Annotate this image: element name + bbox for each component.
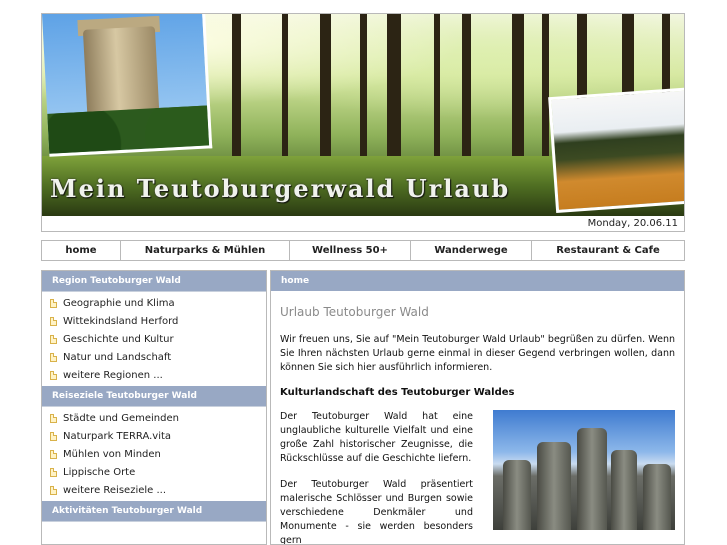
- document-icon: [50, 352, 57, 362]
- nav-naturparks[interactable]: Naturparks & Mühlen: [121, 241, 290, 260]
- rocks-photo: [493, 410, 675, 530]
- date-label: Monday, 20.06.11: [587, 218, 678, 229]
- tower-photo: [42, 14, 213, 157]
- sidebar-heading-reiseziele: Reiseziele Teutoburger Wald: [42, 386, 266, 407]
- section-heading: Kulturlandschaft des Teutoburger Waldes: [280, 387, 515, 398]
- sidebar-heading-aktivitaeten: Aktivitäten Teutoburger Wald: [42, 501, 266, 522]
- sidebar-item-geschichte[interactable]: Geschichte und Kultur: [42, 330, 266, 348]
- sidebar-item-weitere-regionen[interactable]: weitere Regionen ...: [42, 366, 266, 384]
- intro-text: Wir freuen uns, Sie auf "Mein Teutoburge…: [280, 334, 675, 373]
- document-icon: [50, 485, 57, 495]
- document-icon: [50, 431, 57, 441]
- main-content: home Urlaub Teutoburger Wald Wir freuen …: [270, 270, 685, 545]
- document-icon: [50, 413, 57, 423]
- sidebar: Region Teutoburger Wald Geographie und K…: [41, 270, 267, 545]
- sidebar-heading-region: Region Teutoburger Wald: [42, 271, 266, 292]
- sidebar-item-staedte[interactable]: Städte und Gemeinden: [42, 409, 266, 427]
- nav-restaurant[interactable]: Restaurant & Cafe: [532, 241, 684, 260]
- document-icon: [50, 370, 57, 380]
- header-banner: Mein Teutoburgerwald Urlaub: [42, 14, 684, 216]
- sidebar-item-muehlen[interactable]: Mühlen von Minden: [42, 445, 266, 463]
- paragraph-2: Der Teutoburger Wald präsentiert maleris…: [280, 479, 473, 545]
- sidebar-item-naturpark[interactable]: Naturpark TERRA.vita: [42, 427, 266, 445]
- document-icon: [50, 334, 57, 344]
- page-title: Urlaub Teutoburger Wald: [280, 305, 429, 319]
- main-nav: home Naturparks & Mühlen Wellness 50+ Wa…: [41, 240, 685, 261]
- sidebar-item-wittekindsland[interactable]: Wittekindsland Herford: [42, 312, 266, 330]
- nav-wellness[interactable]: Wellness 50+: [290, 241, 411, 260]
- sidebar-item-lippische-orte[interactable]: Lippische Orte: [42, 463, 266, 481]
- header-frame: Mein Teutoburgerwald Urlaub Monday, 20.0…: [41, 13, 685, 232]
- sidebar-item-natur[interactable]: Natur und Landschaft: [42, 348, 266, 366]
- nav-wanderwege[interactable]: Wanderwege: [411, 241, 532, 260]
- document-icon: [50, 467, 57, 477]
- breadcrumb[interactable]: home: [271, 271, 684, 291]
- sidebar-item-weitere-reiseziele[interactable]: weitere Reiseziele ...: [42, 481, 266, 499]
- document-icon: [50, 298, 57, 308]
- nav-home[interactable]: home: [42, 241, 121, 260]
- document-icon: [50, 449, 57, 459]
- site-title: Mein Teutoburgerwald Urlaub: [50, 174, 511, 203]
- sidebar-item-geographie[interactable]: Geographie und Klima: [42, 294, 266, 312]
- document-icon: [50, 316, 57, 326]
- paragraph-1: Der Teutoburger Wald hat eine unglaublic…: [280, 411, 473, 464]
- landscape-photo: [548, 87, 684, 213]
